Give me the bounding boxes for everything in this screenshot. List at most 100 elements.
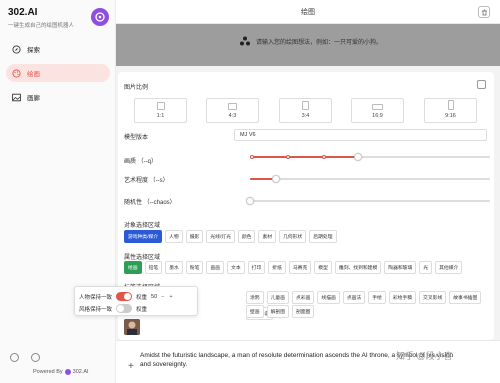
attribute-tag[interactable]: 雕刻、找到和建模 xyxy=(334,261,382,274)
powered-brand: 302.AI xyxy=(72,369,89,375)
brand-logo-icon xyxy=(91,8,109,26)
main-area: 绘图 请输入您的绘图想法，例如：一只可爱的小狗。 图片比例 1:1 4:3 3:… xyxy=(116,0,500,383)
sidebar-item-draw[interactable]: 绘画 xyxy=(6,64,110,82)
attribute-tag[interactable]: 画画 xyxy=(206,261,225,274)
slider-tick xyxy=(322,155,326,159)
style-tag[interactable]: 线描画 xyxy=(317,291,340,304)
brand: 302.AI 一键生成自己的绘图机器人 xyxy=(8,7,74,29)
ratio-4-3[interactable]: 4:3 xyxy=(206,98,259,123)
weight-stepper: − + xyxy=(161,294,172,300)
avatar xyxy=(124,319,140,335)
attribute-tag[interactable]: 粉笔 xyxy=(185,261,204,274)
stylize-knob[interactable] xyxy=(272,175,280,183)
style-consistency-toggle[interactable] xyxy=(116,304,133,313)
style-tag[interactable]: 彩绘手稿 xyxy=(388,291,417,304)
topbar: 绘图 xyxy=(116,0,500,24)
attribute-tag[interactable]: 马赛克 xyxy=(288,261,312,274)
style-tag[interactable]: 涂鸦 xyxy=(246,291,264,304)
weight-label: 权重 xyxy=(136,294,148,301)
style-tags-row2: 壁画 解剖图 剖面图 xyxy=(246,305,490,318)
ratio-label: 4:3 xyxy=(228,113,237,119)
attribute-tag[interactable]: 铅笔 xyxy=(144,261,163,274)
brand-title: 302.AI xyxy=(8,7,38,18)
style-tag[interactable]: 剖面图 xyxy=(292,305,315,318)
aspect-ratio-label: 图片比例 xyxy=(124,85,149,91)
ratio-label: 3:4 xyxy=(301,113,310,119)
ratio-9-16[interactable]: 9:16 xyxy=(424,98,477,123)
sidebar-item-label: 绘画 xyxy=(27,71,40,78)
page-title: 绘图 xyxy=(301,9,315,16)
attribute-tag[interactable]: 文本 xyxy=(227,261,245,274)
object-tag[interactable]: 游戏种类/媒介 xyxy=(124,230,163,243)
chaos-knob[interactable] xyxy=(246,197,254,205)
chaos-label: 随机性 （--chaos） xyxy=(124,200,176,206)
watermark: 知乎 @段小喜 xyxy=(396,351,453,361)
palette-icon xyxy=(12,68,21,78)
quality-label: 画质 （--q） xyxy=(124,159,158,165)
expand-icon[interactable] xyxy=(477,80,486,89)
quality-fill xyxy=(250,156,358,158)
style-consistency-label: 风格保持一致 xyxy=(79,306,113,313)
attribute-tag[interactable]: 光 xyxy=(419,261,433,274)
style-tag[interactable]: 解剖图 xyxy=(266,305,290,318)
ratio-3-4[interactable]: 3:4 xyxy=(279,98,332,123)
attribute-tag[interactable]: 折纸 xyxy=(268,261,286,274)
weight-value[interactable]: 50 xyxy=(151,294,157,300)
attribute-tag[interactable]: 打印 xyxy=(247,261,266,274)
ratio-1-1[interactable]: 1:1 xyxy=(134,98,187,123)
object-tag[interactable]: 后期处理 xyxy=(309,230,337,243)
explore-icon xyxy=(12,44,21,54)
settings-icon[interactable] xyxy=(10,353,19,362)
object-tag[interactable]: 光线/灯光 xyxy=(206,230,235,243)
help-icon[interactable] xyxy=(31,353,40,362)
slider-tick xyxy=(250,155,254,159)
style-tag[interactable]: 点彩画 xyxy=(292,291,315,304)
character-consistency-label: 人物保持一致 xyxy=(79,294,113,301)
style-tag[interactable]: 交叉影线 xyxy=(419,291,447,304)
quality-knob[interactable] xyxy=(354,153,362,161)
stylize-label: 艺术程度 （--s） xyxy=(124,178,169,184)
consistency-popup: 人物保持一致 权重 50 − + 风格保持一致 权重 xyxy=(74,286,198,316)
object-tag[interactable]: 摄影 xyxy=(185,230,204,243)
object-tag[interactable]: 素材 xyxy=(258,230,277,243)
brand-dot-icon xyxy=(64,369,71,375)
powered-prefix: Powered By xyxy=(33,369,63,375)
sidebar-item-label: 探索 xyxy=(27,47,40,54)
ratio-shape xyxy=(156,102,165,110)
attribute-tag[interactable]: 绘画 xyxy=(124,261,142,274)
sidebar-item-explore[interactable]: 探索 xyxy=(6,40,110,58)
add-image-button[interactable]: + xyxy=(128,361,134,372)
toggle-dot xyxy=(117,305,125,312)
attribute-tag[interactable]: 墨水 xyxy=(165,261,183,274)
attribute-tags: 绘画 铅笔 墨水 粉笔 画画 文本 打印 折纸 马赛克 模型 雕刻、找到和建模 … xyxy=(124,261,484,274)
style-tag[interactable]: 壁画 xyxy=(246,305,264,318)
attribute-tag[interactable]: 其他媒介 xyxy=(435,261,463,274)
object-tag[interactable]: 人物 xyxy=(165,230,183,243)
character-consistency-toggle[interactable] xyxy=(116,292,133,301)
trash-icon[interactable] xyxy=(478,6,490,18)
weight-plus-button[interactable]: + xyxy=(169,294,172,300)
ratio-label: 9:16 xyxy=(445,113,456,119)
weight-label: 权重 xyxy=(136,306,148,313)
object-tags: 游戏种类/媒介 人物 摄影 光线/灯光 颜色 素材 几何形状 后期处理 xyxy=(124,230,484,243)
style-tag[interactable]: 手绘 xyxy=(368,291,386,304)
chaos-slider[interactable] xyxy=(246,197,490,205)
model-select[interactable]: MJ V6 xyxy=(234,129,487,141)
style-tag[interactable]: 儿童画 xyxy=(266,291,290,304)
weight-minus-button[interactable]: − xyxy=(161,294,164,300)
style-tag[interactable]: 点画法 xyxy=(342,291,366,304)
ratio-shape xyxy=(447,100,454,110)
ratio-shape xyxy=(228,103,237,110)
object-tag[interactable]: 颜色 xyxy=(237,230,256,243)
model-label: 模型版本 xyxy=(124,135,149,141)
ratio-16-9[interactable]: 16:9 xyxy=(351,98,404,123)
attribute-tag[interactable]: 陶器和玻璃 xyxy=(384,261,417,274)
sidebar-item-gallery[interactable]: 画廊 xyxy=(6,88,110,106)
object-tag[interactable]: 几何形状 xyxy=(279,230,307,243)
style-tag[interactable]: 故事书插图 xyxy=(449,291,482,304)
attribute-tag[interactable]: 模型 xyxy=(314,261,332,274)
brand-subtitle: 一键生成自己的绘图机器人 xyxy=(8,23,75,29)
stylize-slider[interactable] xyxy=(250,175,490,183)
result-banner: 请输入您的绘图想法，例如：一只可爱的小狗。 xyxy=(116,24,500,66)
quality-slider[interactable] xyxy=(250,153,490,161)
